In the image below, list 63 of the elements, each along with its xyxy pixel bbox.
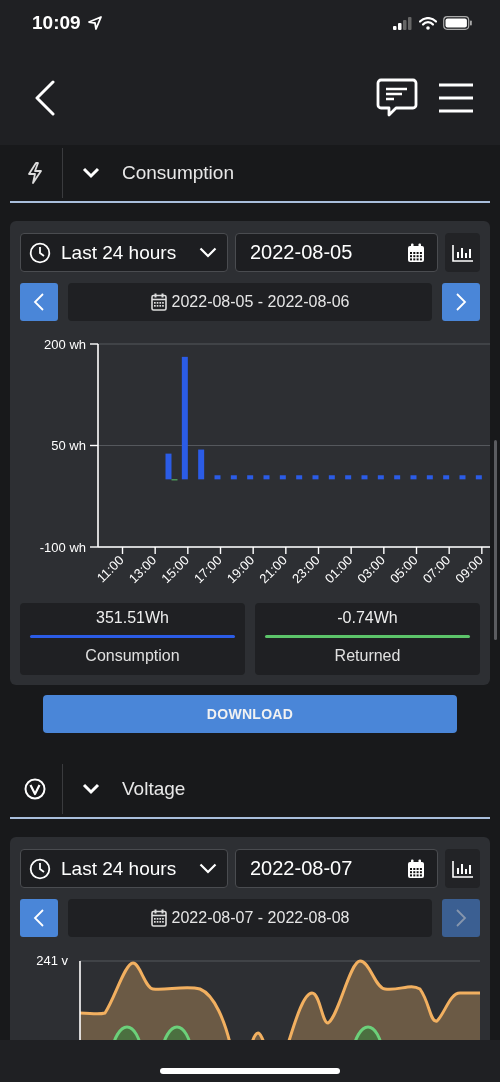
bar	[475, 475, 482, 480]
chat-icon[interactable]	[376, 77, 418, 118]
bar	[361, 475, 368, 480]
calendar-icon	[407, 242, 425, 263]
bar	[296, 475, 303, 480]
date-range-text: 2022-08-07 - 2022-08-08	[171, 909, 350, 927]
bar	[345, 475, 352, 480]
location-arrow-icon	[87, 16, 102, 30]
bar	[312, 475, 319, 480]
chevron-right-icon	[455, 908, 467, 928]
y-tick-label: 200 wh	[44, 336, 86, 352]
bar	[426, 475, 433, 480]
bar-chart-icon	[451, 243, 474, 262]
bar	[410, 475, 417, 480]
clock-icon	[29, 857, 51, 880]
battery-icon	[443, 16, 472, 30]
chevron-down-icon	[199, 863, 217, 874]
bar	[459, 475, 466, 480]
previous-button[interactable]	[20, 283, 58, 321]
date-field[interactable]: 2022-08-07	[235, 849, 438, 888]
bar	[377, 475, 384, 480]
signal-icon	[393, 16, 413, 30]
chevron-right-icon	[455, 292, 467, 312]
bar	[279, 475, 286, 480]
period-dropdown[interactable]: Last 24 hours	[20, 849, 228, 888]
chart-type-button[interactable]	[445, 233, 480, 272]
bar	[198, 449, 205, 480]
y-tick-label: -100 wh	[39, 539, 86, 555]
bar	[328, 475, 335, 480]
section-title: Voltage	[122, 778, 186, 800]
stat-label: Returned	[334, 647, 401, 665]
date-range-text: 2022-08-05 - 2022-08-06	[171, 293, 350, 311]
calendar-icon	[150, 909, 167, 927]
bar	[247, 475, 254, 480]
menu-icon[interactable]	[438, 81, 474, 114]
chevron-left-icon	[33, 908, 45, 928]
period-dropdown[interactable]: Last 24 hours	[20, 233, 228, 272]
bar	[263, 475, 270, 480]
back-button[interactable]	[34, 79, 56, 116]
clock-icon	[29, 241, 51, 264]
bar	[230, 475, 237, 480]
wifi-icon	[419, 16, 437, 30]
stat-value: -0.74Wh	[337, 609, 398, 628]
bar-chart-icon	[451, 859, 474, 878]
chevron-down-icon	[199, 247, 217, 258]
stat-label: Consumption	[85, 647, 180, 665]
section-title: Consumption	[122, 162, 234, 184]
chart-type-button[interactable]	[445, 849, 480, 888]
chevron-left-icon	[33, 292, 45, 312]
lightning-icon	[27, 162, 43, 184]
calendar-icon	[150, 293, 167, 311]
y-tick-label: 50 wh	[51, 438, 86, 453]
previous-button[interactable]	[20, 899, 58, 937]
bar	[394, 475, 401, 480]
date-field[interactable]: 2022-08-05	[235, 233, 438, 272]
status-time: 10:09	[32, 12, 81, 34]
bar	[443, 475, 450, 480]
voltage-icon	[24, 778, 46, 800]
y-tick-label: 241 v	[36, 953, 68, 968]
bar	[214, 475, 221, 480]
calendar-icon	[407, 858, 425, 879]
next-button[interactable]	[442, 283, 480, 321]
stat-value: 351.51Wh	[96, 609, 169, 628]
